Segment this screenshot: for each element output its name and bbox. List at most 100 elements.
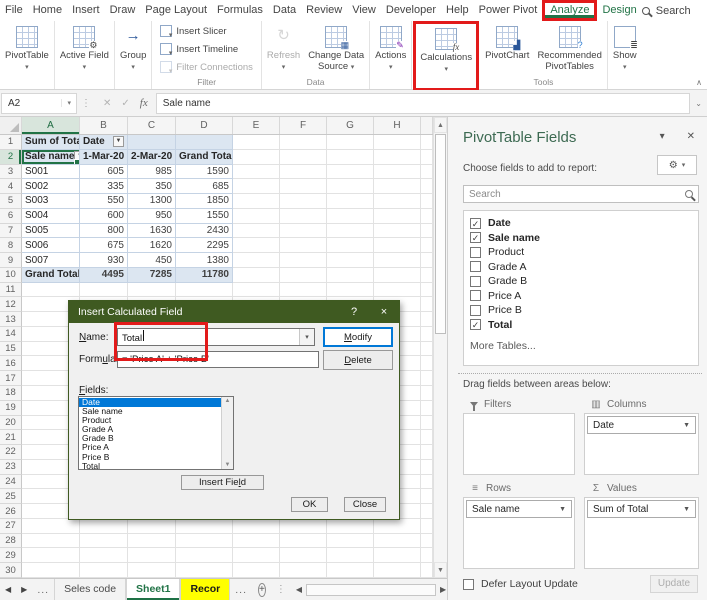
tab-file[interactable]: File <box>0 0 28 21</box>
row-header-2[interactable]: 2 <box>0 149 22 165</box>
pane-tools-button[interactable]: ⚙ ▾ <box>657 155 697 175</box>
row-header-30[interactable]: 30 <box>0 563 22 578</box>
grid-cell[interactable]: Grand Total <box>22 267 80 283</box>
grid-cell[interactable] <box>22 533 80 549</box>
column-header-f[interactable]: F <box>280 117 327 134</box>
area-pill-date[interactable]: Date ▼ <box>587 416 696 434</box>
grid-cell[interactable] <box>280 267 327 283</box>
row-header-18[interactable]: 18 <box>0 386 22 401</box>
grid-cell[interactable] <box>280 533 327 549</box>
tab-power-pivot[interactable]: Power Pivot <box>474 0 543 21</box>
grid-cell[interactable] <box>233 179 280 195</box>
grid-cell[interactable]: 685 <box>176 179 233 195</box>
grid-cell[interactable] <box>80 518 128 534</box>
row-header-12[interactable]: 12 <box>0 297 22 313</box>
grid-cell[interactable]: S006 <box>22 238 80 254</box>
grid-cell[interactable] <box>233 223 280 239</box>
sheet-tab-seles-code[interactable]: Seles code <box>54 579 127 600</box>
tab-draw[interactable]: Draw <box>105 0 141 21</box>
grid-cell[interactable] <box>176 548 233 564</box>
grid-cell[interactable] <box>80 548 128 564</box>
filter-dropdown-icon[interactable]: ▼ <box>113 136 124 148</box>
grid-cell[interactable] <box>280 238 327 254</box>
grid-cell[interactable] <box>374 267 421 283</box>
grid-cell[interactable]: Date ▼ <box>80 135 128 150</box>
scroll-up-icon[interactable]: ▲ <box>434 117 447 133</box>
grid-cell[interactable]: 1620 <box>128 238 176 254</box>
grid-cell[interactable] <box>233 533 280 549</box>
grid-cell[interactable]: 2-Mar-20 <box>128 149 176 165</box>
rows-area[interactable]: Sale name ▼ <box>463 497 575 569</box>
row-header-17[interactable]: 17 <box>0 371 22 387</box>
row-header-22[interactable]: 22 <box>0 445 22 460</box>
grid-cell[interactable] <box>176 282 233 298</box>
grid-cell[interactable] <box>327 267 374 283</box>
chevron-down-icon[interactable]: ▾ <box>299 329 314 345</box>
name-box[interactable]: A2 ▾ <box>1 92 77 114</box>
row-header-10[interactable]: 10 <box>0 267 22 283</box>
show-button[interactable]: ≣ Show ▾ <box>609 22 641 76</box>
grid-cell[interactable] <box>374 518 421 534</box>
grid-cell[interactable]: S003 <box>22 194 80 209</box>
tab-analyze[interactable]: Analyze <box>542 0 598 21</box>
row-header-23[interactable]: 23 <box>0 459 22 475</box>
enter-icon[interactable]: ✓ <box>121 98 129 109</box>
grid-cell[interactable] <box>327 563 374 578</box>
grid-cell[interactable] <box>327 548 374 564</box>
column-header-b[interactable]: B <box>80 117 128 134</box>
grid-cell[interactable]: S002 <box>22 179 80 195</box>
grid-cell[interactable] <box>374 533 421 549</box>
update-button[interactable]: Update <box>650 575 698 593</box>
row-header-11[interactable]: 11 <box>0 282 22 298</box>
grid-cell[interactable] <box>176 533 233 549</box>
row-header-27[interactable]: 27 <box>0 518 22 534</box>
grid-cell[interactable]: 675 <box>80 238 128 254</box>
checkbox-unchecked[interactable] <box>470 246 481 258</box>
grid-cell[interactable]: 930 <box>80 253 128 268</box>
dialog-field-price-b[interactable]: Price B <box>79 452 233 462</box>
column-header-h[interactable]: H <box>374 117 421 134</box>
grid-cell[interactable]: Sale name▼ <box>22 149 80 165</box>
ok-button[interactable]: OK <box>291 497 328 512</box>
column-header-c[interactable]: C <box>128 117 176 134</box>
grid-cell[interactable] <box>374 194 421 209</box>
grid-cell[interactable] <box>327 135 374 150</box>
grid-cell[interactable] <box>233 208 280 224</box>
grid-cell[interactable] <box>233 135 280 150</box>
grid-cell[interactable]: 450 <box>128 253 176 268</box>
grid-cell[interactable] <box>233 267 280 283</box>
grid-cell[interactable]: 1550 <box>176 208 233 224</box>
checkbox-checked[interactable]: ✓ <box>470 217 481 229</box>
sheet-nav-left-icon[interactable]: ◀ <box>0 585 16 594</box>
grid-cell[interactable]: 350 <box>128 179 176 195</box>
grid-cell[interactable] <box>327 518 374 534</box>
grid-cell[interactable] <box>22 282 80 298</box>
grid-cell[interactable] <box>374 179 421 195</box>
row-header-9[interactable]: 9 <box>0 253 22 268</box>
actions-button[interactable]: ✎ Actions ▾ <box>371 22 410 76</box>
grid-cell[interactable] <box>233 253 280 268</box>
tab-data[interactable]: Data <box>268 0 301 21</box>
sheet-overflow-left[interactable]: ... <box>32 584 54 596</box>
grid-cell[interactable] <box>374 164 421 180</box>
grid-cell[interactable] <box>327 179 374 195</box>
formula-field-input[interactable]: = 'Price A' + 'Price B' <box>117 351 319 368</box>
tab-review[interactable]: Review <box>301 0 347 21</box>
grid-cell[interactable] <box>374 282 421 298</box>
grid-cell[interactable]: Grand Total <box>176 149 233 165</box>
filter-dropdown-icon[interactable]: ▼ <box>74 151 79 163</box>
grid-cell[interactable]: S007 <box>22 253 80 268</box>
horizontal-scrollbar[interactable]: ◀ ▶ <box>292 583 450 596</box>
pane-close-icon[interactable]: ✕ <box>687 131 695 142</box>
tab-formulas[interactable]: Formulas <box>212 0 268 21</box>
cancel-icon[interactable]: ✕ <box>103 98 111 109</box>
grid-cell[interactable] <box>280 253 327 268</box>
sheet-overflow-right[interactable]: ... <box>230 584 252 596</box>
area-pill-sum-of-total[interactable]: Sum of Total ▼ <box>587 500 696 518</box>
grid-cell[interactable] <box>280 208 327 224</box>
grid-cell[interactable]: 605 <box>80 164 128 180</box>
row-header-6[interactable]: 6 <box>0 208 22 224</box>
grid-cell[interactable]: Sum of Total <box>22 135 80 150</box>
grid-cell[interactable] <box>374 135 421 150</box>
grid-cell[interactable] <box>233 563 280 578</box>
